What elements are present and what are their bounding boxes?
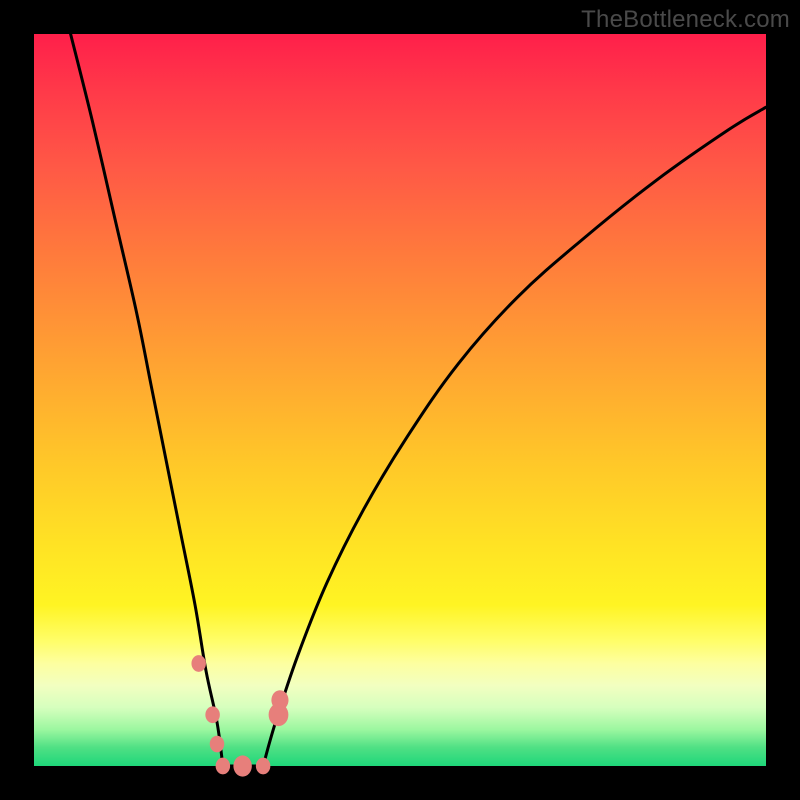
data-marker bbox=[233, 755, 251, 776]
data-marker bbox=[210, 736, 224, 753]
data-marker bbox=[271, 690, 288, 710]
data-marker bbox=[205, 706, 219, 723]
data-marker bbox=[216, 758, 230, 775]
chart-svg bbox=[34, 34, 766, 766]
plot-area bbox=[34, 34, 766, 766]
outer-frame: TheBottleneck.com bbox=[0, 0, 800, 800]
watermark-text: TheBottleneck.com bbox=[581, 6, 790, 34]
data-marker bbox=[256, 758, 270, 775]
curve-right-branch bbox=[263, 107, 766, 766]
data-marker bbox=[191, 655, 205, 672]
